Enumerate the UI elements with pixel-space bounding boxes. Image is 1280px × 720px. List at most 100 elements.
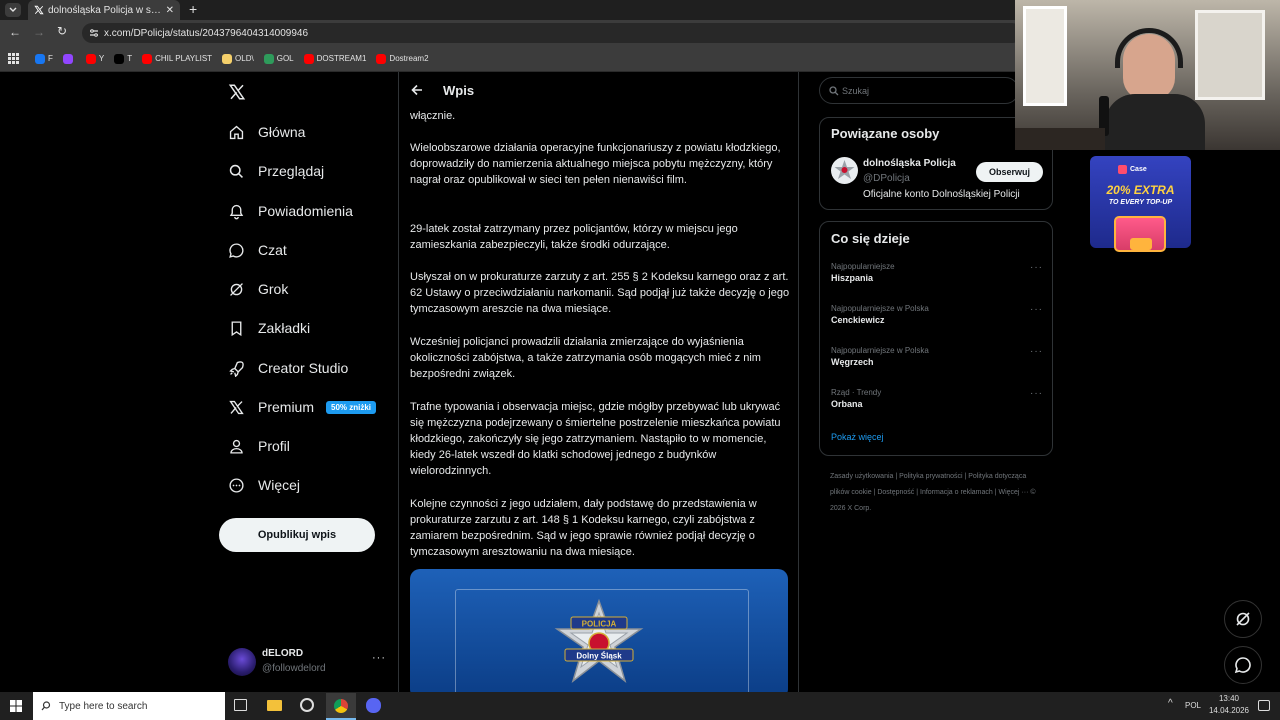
desk — [1015, 128, 1105, 150]
sidebar-item-1[interactable]: Główna — [228, 120, 305, 144]
sidebar-item-label: Creator Studio — [258, 360, 349, 376]
apps-grid-icon[interactable] — [8, 53, 19, 64]
grok-floating-button[interactable] — [1224, 600, 1262, 638]
bookmark-item[interactable]: F — [35, 53, 53, 64]
tray-time[interactable]: 13:40 — [1212, 694, 1246, 703]
trending-title: Co się dzieje — [831, 231, 910, 246]
badge-bottom-text: Dolny Śląsk — [576, 652, 622, 661]
account-switcher[interactable]: dELORD @followdelord ··· — [228, 646, 388, 678]
search-placeholder: Szukaj — [842, 85, 870, 96]
search-icon — [829, 86, 839, 96]
bookmark-item[interactable]: Dostream2 — [376, 53, 429, 64]
window-frame — [1023, 6, 1067, 106]
post-paragraph: Wcześniej policjanci prowadzili działani… — [410, 336, 761, 380]
ad-brand: Case — [1118, 165, 1147, 174]
bookmark-item[interactable]: DOSTREAM1 — [303, 53, 366, 64]
bookmark-label: T — [127, 54, 133, 63]
window-frame — [1195, 10, 1265, 100]
trend-item[interactable]: Najpopularniejsze w Polska Cenckiewicz ··· — [831, 304, 1043, 340]
new-tab-button[interactable]: + — [189, 1, 197, 17]
address-bar[interactable]: x.com/DPolicja/status/204379640431400994… — [82, 23, 1022, 43]
discord-icon[interactable] — [366, 698, 381, 713]
premium-discount-badge: 50% zniżki — [326, 400, 377, 414]
tray-language[interactable]: POL — [1185, 701, 1201, 710]
site-info-icon[interactable] — [89, 28, 99, 38]
bookmark-item[interactable]: T — [114, 53, 133, 64]
chat-floating-button[interactable] — [1224, 646, 1262, 684]
sidebar-item-label: Zakładki — [258, 320, 311, 336]
x-logo-icon — [229, 400, 244, 414]
sidebar-item-label: Grok — [258, 281, 289, 297]
sidebar-item-label: Premium — [258, 399, 315, 415]
trend-more-icon[interactable]: ··· — [1030, 388, 1043, 399]
bookmark-item[interactable]: CHIL PLAYLIST — [142, 53, 212, 64]
trend-name: Cenckiewicz — [831, 315, 885, 325]
x-logo-icon[interactable] — [228, 83, 246, 101]
ad-line-1: 20% EXTRA — [1106, 183, 1175, 197]
back-arrow-icon[interactable] — [411, 84, 423, 96]
taskbar-search-placeholder: Type here to search — [59, 700, 148, 712]
trend-item[interactable]: Najpopularniejsze Hiszpania ··· — [831, 262, 1043, 298]
related-name[interactable]: dolnośląska Policja — [863, 158, 956, 169]
related-avatar[interactable] — [831, 157, 858, 184]
back-button[interactable]: ← — [9, 25, 21, 39]
sidebar-item-8[interactable]: Premium 50% zniżki — [228, 395, 377, 419]
trend-more-icon[interactable]: ··· — [1030, 262, 1043, 273]
tray-date[interactable]: 14.04.2026 — [1207, 706, 1251, 715]
ad-brand-logo-icon — [1118, 165, 1127, 174]
bookmark-favicon-icon — [376, 53, 387, 64]
publish-post-button[interactable]: Opublikuj wpis — [219, 518, 375, 552]
bookmark-label: Dostream2 — [389, 54, 429, 63]
sidebar-item-2[interactable]: Przeglądaj — [228, 159, 324, 183]
grok-icon — [1236, 612, 1250, 626]
sidebar-item-7[interactable]: Creator Studio — [228, 356, 348, 380]
tray-chevron-icon[interactable]: ^ — [1168, 698, 1173, 709]
trend-more-icon[interactable]: ··· — [1030, 346, 1043, 357]
sidebar-item-3[interactable]: Powiadomienia — [228, 199, 353, 223]
tab-search-button[interactable] — [5, 3, 21, 17]
forward-button[interactable]: → — [33, 25, 45, 39]
bookmark-item[interactable] — [62, 53, 76, 64]
file-explorer-icon[interactable] — [267, 700, 282, 711]
more-icon[interactable]: ··· — [372, 652, 386, 664]
sidebar-item-5[interactable]: Grok — [228, 277, 288, 301]
more-icon — [229, 477, 244, 493]
search-input[interactable]: Szukaj — [819, 77, 1019, 104]
reload-button[interactable]: ↻ — [57, 24, 67, 38]
follow-button[interactable]: Obserwuj — [976, 162, 1043, 182]
bookmark-label: GOL — [276, 54, 294, 63]
show-more-link[interactable]: Pokaż więcej — [831, 432, 884, 442]
bookmark-item[interactable]: OLD\ — [222, 53, 254, 64]
gift-icon — [1130, 238, 1152, 250]
trend-meta: Najpopularniejsze w Polska — [831, 346, 929, 355]
sidebar-item-6[interactable]: Zakładki — [228, 316, 310, 340]
trend-more-icon[interactable]: ··· — [1030, 304, 1043, 315]
browser-tab-active[interactable]: dolnośląska Policja w serwisie X ✕ — [28, 0, 180, 20]
sidebar-item-10[interactable]: Więcej — [228, 473, 300, 497]
sidebar-item-4[interactable]: Czat — [228, 238, 287, 262]
rocket-icon — [229, 360, 244, 377]
trend-name: Hiszpania — [831, 273, 874, 283]
taskbar-search-input[interactable]: Type here to search — [33, 692, 225, 720]
footer-links[interactable]: Zasady użytkowania | Polityka prywatnośc… — [830, 469, 1045, 517]
sidebar-item-label: Powiadomienia — [258, 203, 353, 219]
tab-close-icon[interactable]: ✕ — [166, 5, 174, 16]
task-view-icon[interactable] — [234, 699, 247, 711]
notification-icon[interactable] — [1258, 700, 1270, 711]
post-media-image[interactable]: POLICJA Dolny Śląsk — [410, 569, 788, 692]
headset — [1115, 28, 1183, 68]
profile-icon — [230, 439, 243, 454]
sidebar-item-label: Więcej — [258, 477, 301, 493]
trend-item[interactable]: Najpopularniejsze w Polska Węgrzech ··· — [831, 346, 1043, 382]
sidebar-item-9[interactable]: Profil — [228, 434, 290, 458]
trend-item[interactable]: Rząd · Trendy Orbana ··· — [831, 388, 1043, 424]
app-icon[interactable] — [300, 698, 314, 712]
account-handle: @followdelord — [262, 663, 326, 674]
ad-banner[interactable]: Case 20% EXTRA TO EVERY TOP-UP — [1090, 156, 1191, 252]
bookmark-item[interactable]: Y — [85, 53, 104, 64]
windows-start-icon[interactable] — [10, 700, 22, 712]
chrome-icon[interactable] — [326, 693, 356, 720]
bookmark-label: F — [48, 54, 53, 63]
post-header-title: Wpis — [443, 82, 475, 98]
bookmark-item[interactable]: GOL — [263, 53, 294, 64]
